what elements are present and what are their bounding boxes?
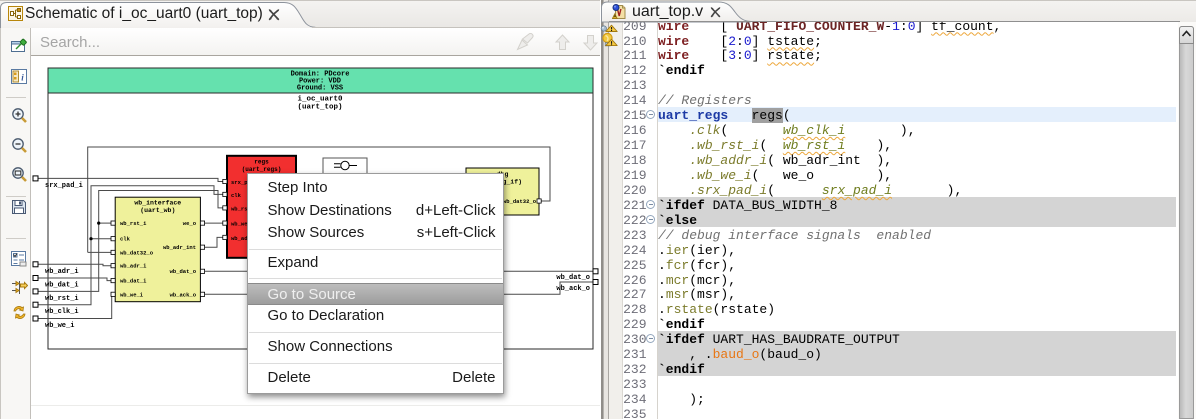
svg-text:wb_rst_i: wb_rst_i [120,220,147,227]
svg-text:wb_ack_o: wb_ack_o [170,291,197,298]
svg-text:wb_clk_i: wb_clk_i [45,308,79,316]
svg-text:wb_we_i: wb_we_i [45,322,74,330]
svg-text:Ground: VSS: Ground: VSS [297,85,343,93]
svg-text:clk: clk [120,236,131,243]
svg-text:wb_rst_i: wb_rst_i [45,295,79,303]
svg-text:(uart_top): (uart_top) [297,104,342,112]
svg-text:wb_adr_i: wb_adr_i [120,263,147,270]
svg-text:wb_we_i: wb_we_i [120,291,144,298]
svg-text:wb_adr_i: wb_adr_i [45,268,79,276]
svg-text:i_oc_uart0: i_oc_uart0 [297,96,343,104]
svg-text:regs: regs [254,158,269,165]
svg-text:wb_dat_i: wb_dat_i [45,282,79,290]
svg-text:wb_ack_o: wb_ack_o [556,285,590,293]
svg-text:wb_dat_i: wb_dat_i [120,278,147,285]
svg-text:wb_adr_int: wb_adr_int [163,244,196,251]
svg-text:wb_dat_o: wb_dat_o [556,274,590,282]
svg-text:we_o: we_o [183,220,197,227]
svg-text:wb_dat_o: wb_dat_o [170,268,197,275]
svg-text:wb_dat32_o: wb_dat32_o [120,249,154,256]
svg-text:(uart_wb): (uart_wb) [140,207,175,214]
svg-text:clk: clk [231,192,242,199]
svg-text:wb_interface: wb_interface [134,200,181,207]
svg-text:wb_dat32_o: wb_dat32_o [503,198,537,205]
svg-text:srx_pad_i: srx_pad_i [45,182,83,190]
